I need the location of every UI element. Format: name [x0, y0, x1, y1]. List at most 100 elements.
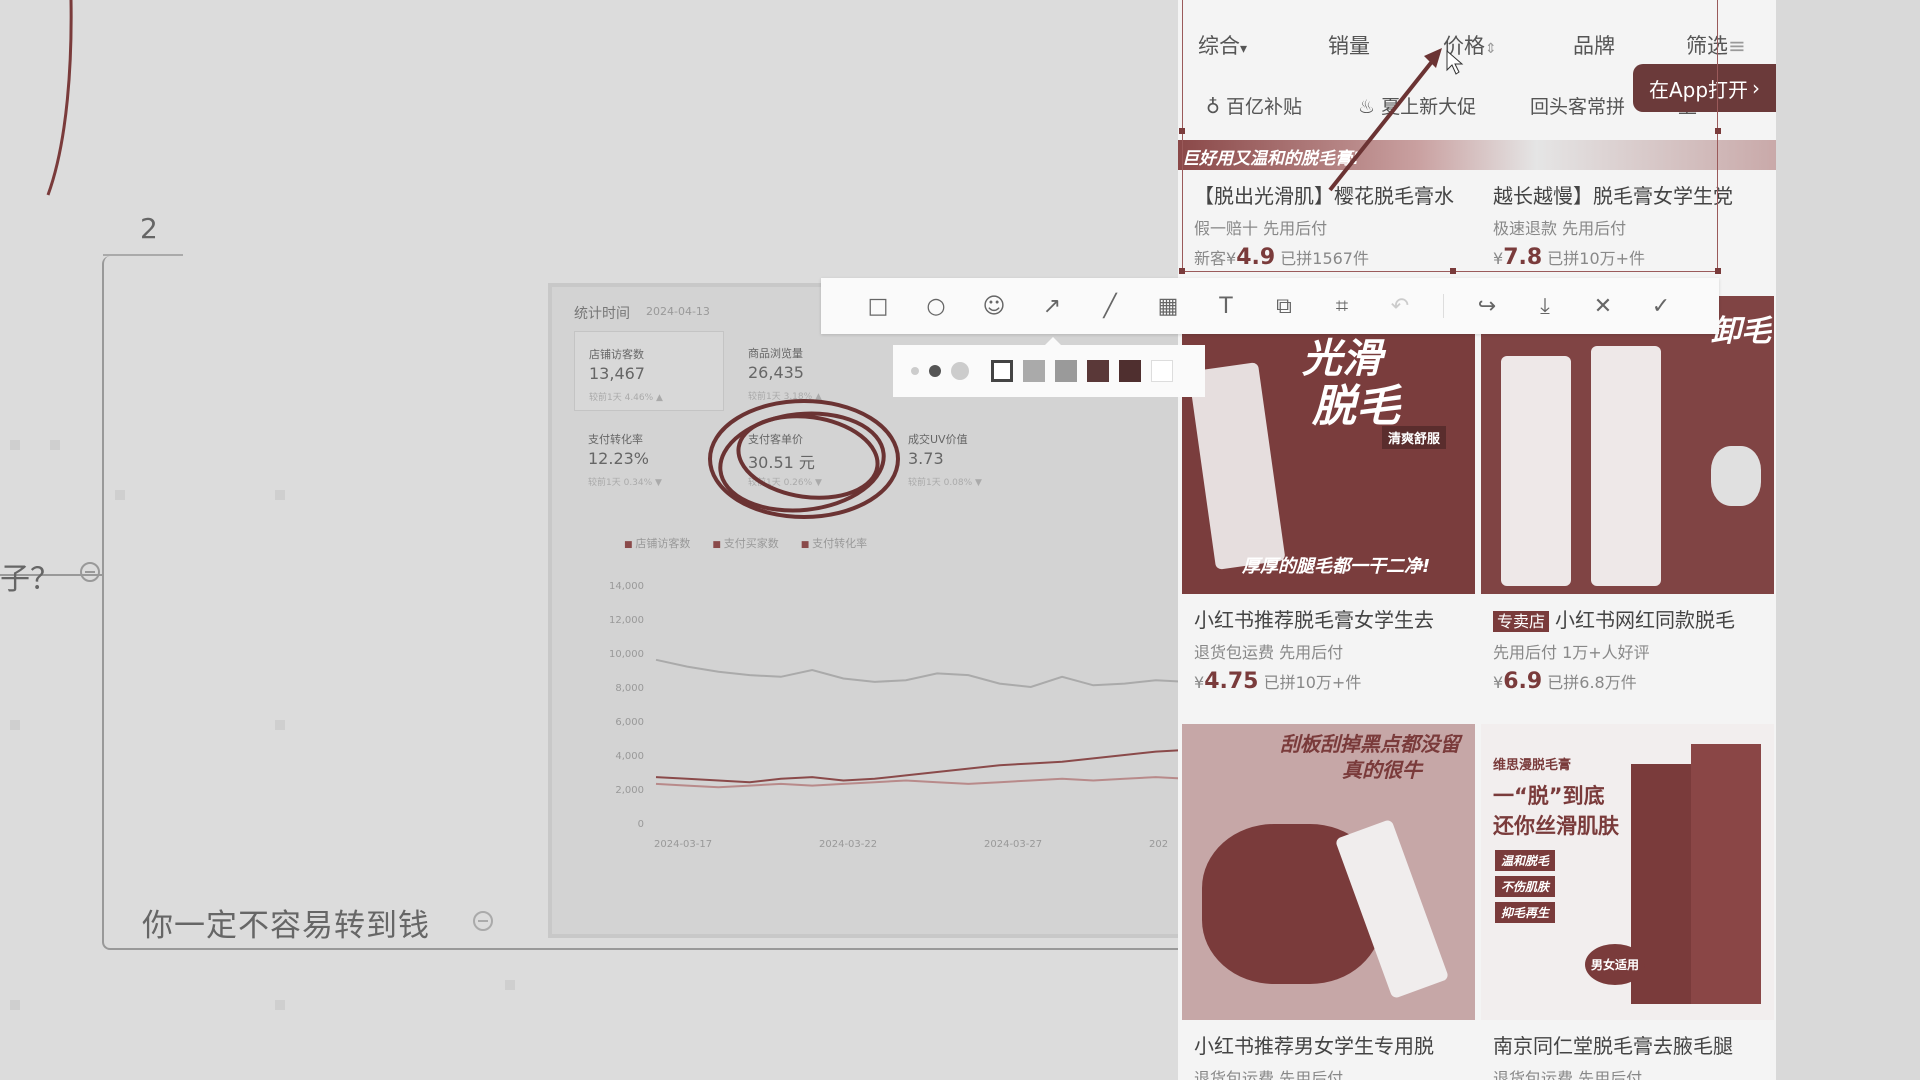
filter-icon: ≡	[1728, 34, 1746, 58]
confirm-icon[interactable]: ✓	[1646, 291, 1676, 321]
y-tick-label: 4,000	[615, 751, 644, 762]
x-tick-label: 2024-03-17	[654, 839, 712, 850]
save-icon[interactable]: ⤓	[1530, 291, 1560, 321]
resize-handle[interactable]	[1715, 268, 1721, 274]
grid-dot	[10, 440, 20, 450]
share-icon[interactable]: ↪	[1472, 291, 1502, 321]
product-title[interactable]: 小红书推荐脱毛膏女学生去	[1182, 594, 1475, 633]
rectangle-icon[interactable]: □	[863, 291, 893, 321]
product-image[interactable]: 光滑 脱毛 清爽舒服 厚厚的腿毛都一干二净!	[1182, 296, 1475, 594]
product-title-text: 小红书网红同款脱毛	[1555, 608, 1736, 632]
image-caption: 脱毛	[1312, 381, 1400, 432]
image-caption: 还你丝滑肌肤	[1493, 814, 1619, 838]
price-value: 4.75	[1204, 669, 1259, 694]
y-tick-label: 10,000	[609, 649, 644, 660]
resize-handle[interactable]	[1179, 268, 1185, 274]
product-price: ¥6.9 已拼6.8万件	[1481, 663, 1774, 694]
mindmap-node-bottom[interactable]: 你一定不容易转到钱	[142, 900, 430, 945]
y-tick-label: 12,000	[609, 615, 644, 626]
product-image[interactable]: 维思漫脱毛膏 一“脱”到底 还你丝滑肌肤 温和脱毛 不伤肌肤 抑毛再生 男女适用	[1481, 724, 1774, 1020]
grid-dot	[10, 720, 20, 730]
product-title[interactable]: 南京同仁堂脱毛膏去腋毛腿	[1481, 1020, 1774, 1059]
image-badge: 清爽舒服	[1382, 426, 1447, 449]
color-swatch[interactable]	[1151, 360, 1173, 382]
color-swatch[interactable]	[1087, 360, 1109, 382]
resize-handle[interactable]	[1715, 128, 1721, 134]
product-bottle	[1591, 346, 1661, 586]
arrow-icon[interactable]: ↗	[1037, 291, 1067, 321]
ocr-icon[interactable]: ⌗	[1327, 291, 1357, 321]
chevron-right-icon: ›	[1752, 76, 1761, 100]
pen-stroke-curve	[46, 0, 73, 196]
capture-selection-frame[interactable]	[1182, 0, 1718, 272]
image-chip: 抑毛再生	[1495, 902, 1556, 923]
product-image[interactable]: 刮板刮掉黑点都没留 真的很牛	[1182, 724, 1475, 1020]
price-prefix: ¥	[1194, 673, 1205, 692]
color-swatch-selected[interactable]	[991, 360, 1013, 382]
product-tags: 退货包运费 先用后付	[1493, 1069, 1643, 1080]
price-value: 6.9	[1503, 669, 1543, 694]
x-tick-label: 2024-03-22	[819, 839, 877, 850]
close-icon[interactable]: ✕	[1588, 291, 1618, 321]
image-caption: 维思漫脱毛膏	[1493, 758, 1572, 773]
brush-size-small[interactable]	[911, 367, 919, 375]
undo-icon[interactable]: ↶	[1385, 291, 1415, 321]
product-price: ¥4.75 已拼10万+件	[1182, 663, 1475, 694]
ellipse-icon[interactable]: ○	[921, 291, 951, 321]
color-swatch[interactable]	[1023, 360, 1045, 382]
annotation-arrow	[1328, 48, 1442, 192]
resize-handle[interactable]	[1179, 128, 1185, 134]
product-box	[1691, 744, 1761, 1004]
image-chip: 不伤肌肤	[1495, 876, 1556, 897]
brush-size-large[interactable]	[951, 362, 969, 380]
emoji-icon[interactable]: ☺	[979, 291, 1009, 321]
image-caption: 厚厚的腿毛都一干二净!	[1242, 556, 1431, 577]
image-caption: 卸毛	[1711, 314, 1771, 349]
product-tags: 先用后付 1万+人好评	[1493, 643, 1650, 662]
grid-dot	[10, 1000, 20, 1010]
annotation-circle	[708, 399, 900, 519]
color-swatch[interactable]	[1119, 360, 1141, 382]
product-card[interactable]: 卸毛 专卖店 小红书网红同款脱毛 先用后付 1万+人好评 ¥6.9 已拼6.8万件	[1481, 296, 1774, 694]
y-tick-label: 2,000	[615, 785, 644, 796]
y-tick-label: 6,000	[615, 717, 644, 728]
node-number[interactable]: 2	[140, 212, 158, 245]
y-tick-label: 0	[638, 819, 644, 830]
image-caption: 一“脱”到底	[1493, 784, 1605, 808]
product-title[interactable]: 专卖店 小红书网红同款脱毛	[1481, 594, 1774, 633]
product-card[interactable]: 刮板刮掉黑点都没留 真的很牛 小红书推荐男女学生专用脱 退货包运费 先用后付	[1182, 724, 1475, 1080]
x-tick-label: 202	[1149, 839, 1168, 850]
product-card[interactable]: 维思漫脱毛膏 一“脱”到底 还你丝滑肌肤 温和脱毛 不伤肌肤 抑毛再生 男女适用…	[1481, 724, 1774, 1080]
image-caption: 真的很牛	[1342, 758, 1422, 782]
product-title[interactable]: 小红书推荐男女学生专用脱	[1182, 1020, 1475, 1059]
series-line	[655, 658, 1187, 689]
product-card[interactable]: 光滑 脱毛 清爽舒服 厚厚的腿毛都一干二净! 小红书推荐脱毛膏女学生去 退货包运…	[1182, 296, 1475, 694]
brush-size-medium[interactable]	[929, 365, 941, 377]
product-tags: 退货包运费 先用后付	[1194, 1069, 1344, 1080]
product-tags: 退货包运费 先用后付	[1194, 643, 1344, 662]
store-badge: 专卖店	[1493, 611, 1550, 632]
product-image[interactable]: 卸毛	[1481, 296, 1774, 594]
grid-dot	[505, 980, 515, 990]
collapse-node-button[interactable]	[473, 911, 493, 931]
cat-illustration	[1711, 446, 1761, 506]
y-tick-label: 14,000	[609, 581, 644, 592]
style-palette	[893, 337, 1205, 397]
color-swatch[interactable]	[1055, 360, 1077, 382]
line-icon[interactable]: ╱	[1095, 291, 1125, 321]
x-tick-label: 2024-03-27	[984, 839, 1042, 850]
text-icon[interactable]: T	[1211, 291, 1241, 321]
y-tick-label: 8,000	[615, 683, 644, 694]
price-prefix: ¥	[1493, 673, 1504, 692]
product-bottle	[1501, 356, 1571, 586]
resize-handle[interactable]	[1450, 268, 1456, 274]
image-badge: 男女适用	[1585, 944, 1646, 985]
grid-dot	[50, 440, 60, 450]
mosaic-icon[interactable]: ▦	[1153, 291, 1183, 321]
mouse-cursor-icon	[1446, 50, 1464, 75]
mindmap-node-left[interactable]: 子？	[0, 554, 60, 598]
collapse-node-button[interactable]	[80, 562, 100, 582]
sold-count: 已拼6.8万件	[1547, 673, 1637, 692]
series-line	[655, 748, 1187, 784]
pin-icon[interactable]: ⧉	[1269, 291, 1299, 321]
